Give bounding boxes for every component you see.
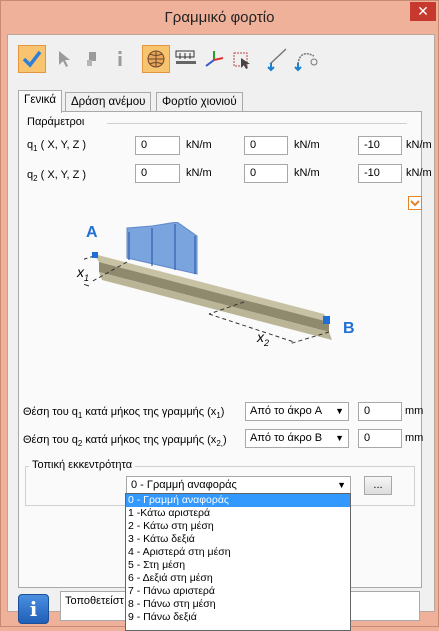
- toolbar: [18, 45, 348, 77]
- beam-diagram: [84, 222, 332, 345]
- select-box-icon[interactable]: [228, 45, 256, 73]
- tab-wind[interactable]: Δράση ανέμου: [65, 92, 152, 112]
- pointer-icon[interactable]: [50, 45, 78, 73]
- tab-general[interactable]: Γενικά: [18, 90, 63, 113]
- q2-label: q2 ( X, Y, Z ): [27, 169, 87, 184]
- position-q2-input[interactable]: 0: [358, 429, 402, 448]
- line-icon[interactable]: [264, 45, 292, 73]
- q1-z-input[interactable]: -10: [358, 136, 402, 155]
- q1-y-input[interactable]: 0: [244, 136, 288, 155]
- list-item[interactable]: 5 - Στη μέση: [126, 559, 350, 572]
- position-q1-from-select[interactable]: Από το άκρο A ▼: [245, 402, 349, 421]
- tab-snow[interactable]: Φορτίο χιονιού: [156, 92, 243, 112]
- chevron-down-icon: ▼: [335, 433, 344, 443]
- list-item[interactable]: 2 - Κάτω στη μέση: [126, 520, 350, 533]
- q1-x-input[interactable]: 0: [135, 136, 180, 155]
- check-icon[interactable]: [18, 45, 46, 73]
- list-item[interactable]: 1 -Κάτω αριστερά: [126, 507, 350, 520]
- q1-y-unit: kN/m: [294, 139, 320, 151]
- eccentricity-label: Τοπική εκκεντρότητα: [29, 459, 136, 471]
- chevron-down-icon: ▼: [335, 406, 344, 416]
- q2-z-input[interactable]: -10: [358, 164, 402, 183]
- list-item[interactable]: 8 - Πάνω στη μέση: [126, 598, 350, 611]
- list-item[interactable]: 7 - Πάνω αριστερά: [126, 585, 350, 598]
- axes-icon[interactable]: [200, 45, 228, 73]
- q1-x-unit: kN/m: [186, 139, 212, 151]
- point-b-label: B: [343, 320, 355, 337]
- dialog-window: Γραμμικό φορτίο ✕ Γενικά Δράση ανέμου Φο…: [0, 0, 439, 631]
- list-item[interactable]: 0 - Γραμμή αναφοράς: [126, 494, 350, 507]
- position-q1-unit: mm: [405, 405, 424, 417]
- params-section-label: Παράμετροι: [27, 116, 85, 128]
- list-item[interactable]: 6 - Δεξιά στη μέση: [126, 572, 350, 585]
- point-a-label: A: [86, 224, 98, 241]
- position-q1-input[interactable]: 0: [358, 402, 402, 421]
- q1-z-unit: kN/m: [406, 139, 432, 151]
- list-item[interactable]: 3 - Κάτω δεξιά: [126, 533, 350, 546]
- more-button[interactable]: ...: [364, 476, 392, 495]
- q2-z-unit: kN/m: [406, 167, 432, 179]
- position-q2-unit: mm: [405, 432, 424, 444]
- paste-icon[interactable]: [78, 45, 106, 73]
- q2-y-unit: kN/m: [294, 167, 320, 179]
- chevron-down-icon: ▼: [337, 480, 346, 490]
- arc-icon[interactable]: [292, 45, 320, 73]
- q1-label: q1 ( X, Y, Z ): [27, 139, 87, 154]
- q2-x-unit: kN/m: [186, 167, 212, 179]
- expand-chevron-icon[interactable]: [408, 196, 422, 210]
- params-divider: [107, 123, 407, 124]
- position-q2-label: Θέση του q2 κατά μήκος της γραμμής (x2,): [23, 434, 227, 449]
- window-title: Γραμμικό φορτίο: [164, 9, 275, 26]
- eccentricity-dropdown[interactable]: 0 - Γραμμή αναφοράς 1 -Κάτω αριστερά 2 -…: [125, 493, 351, 631]
- info-icon: i: [18, 594, 49, 624]
- close-button[interactable]: ✕: [410, 2, 436, 21]
- loads-icon[interactable]: [172, 45, 200, 73]
- q2-y-input[interactable]: 0: [244, 164, 288, 183]
- position-q1-label: Θέση του q1 κατά μήκος της γραμμής (x1): [23, 406, 225, 421]
- globe-icon[interactable]: [142, 45, 170, 73]
- list-item[interactable]: 4 - Αριστερά στη μέση: [126, 546, 350, 559]
- position-q2-from-select[interactable]: Από το άκρο B ▼: [245, 429, 349, 448]
- x1-label: x1: [77, 264, 90, 283]
- x2-label: x2: [257, 329, 270, 348]
- q2-x-input[interactable]: 0: [135, 164, 180, 183]
- info-icon[interactable]: [106, 45, 134, 73]
- list-item[interactable]: 9 - Πάνω δεξιά: [126, 611, 350, 624]
